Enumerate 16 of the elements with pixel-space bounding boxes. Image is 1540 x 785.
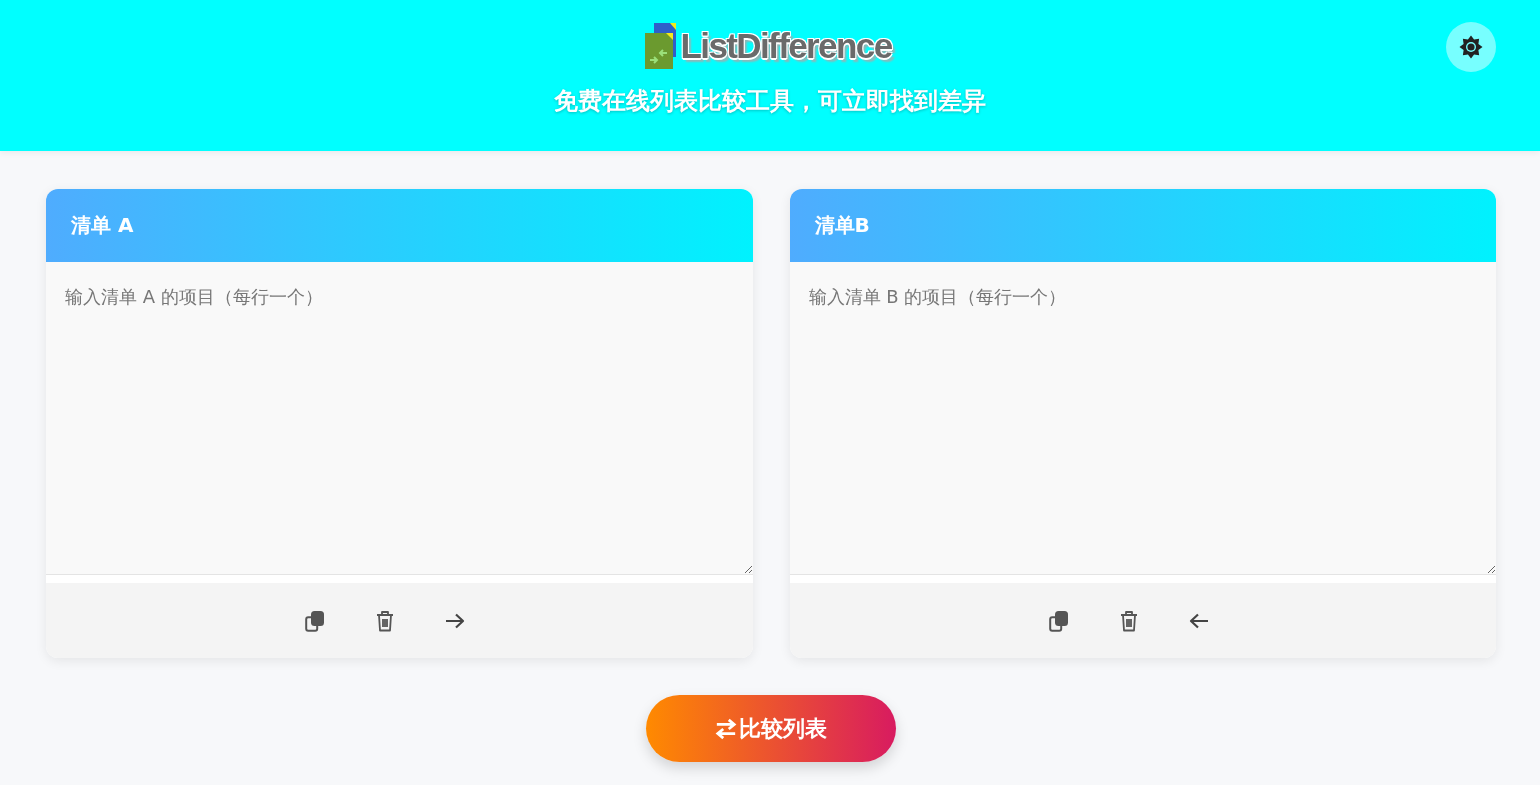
arrow-left-icon (1188, 612, 1209, 629)
sun-icon (1459, 35, 1483, 59)
subtitle: 免费在线列表比较工具，可立即找到差异 (554, 86, 986, 116)
list-input-field[interactable]: 输入清单 A 的项目（每行一个） (46, 262, 753, 575)
trash-icon (1119, 609, 1138, 632)
card-title: 清单 A (71, 212, 134, 239)
theme-toggle-button[interactable] (1446, 22, 1496, 72)
list-input-field[interactable]: 输入清单 B 的项目（每行一个） (789, 262, 1496, 575)
copy-icon (305, 609, 326, 632)
logo-text: ListDifference (680, 26, 893, 66)
arrow-right-icon (445, 612, 466, 629)
trash-icon (376, 609, 395, 632)
copy-icon (1048, 609, 1069, 632)
compare-button[interactable]: 比较列表 (646, 695, 896, 762)
card-title: 清单B (814, 212, 870, 239)
swap-icon (715, 717, 737, 740)
